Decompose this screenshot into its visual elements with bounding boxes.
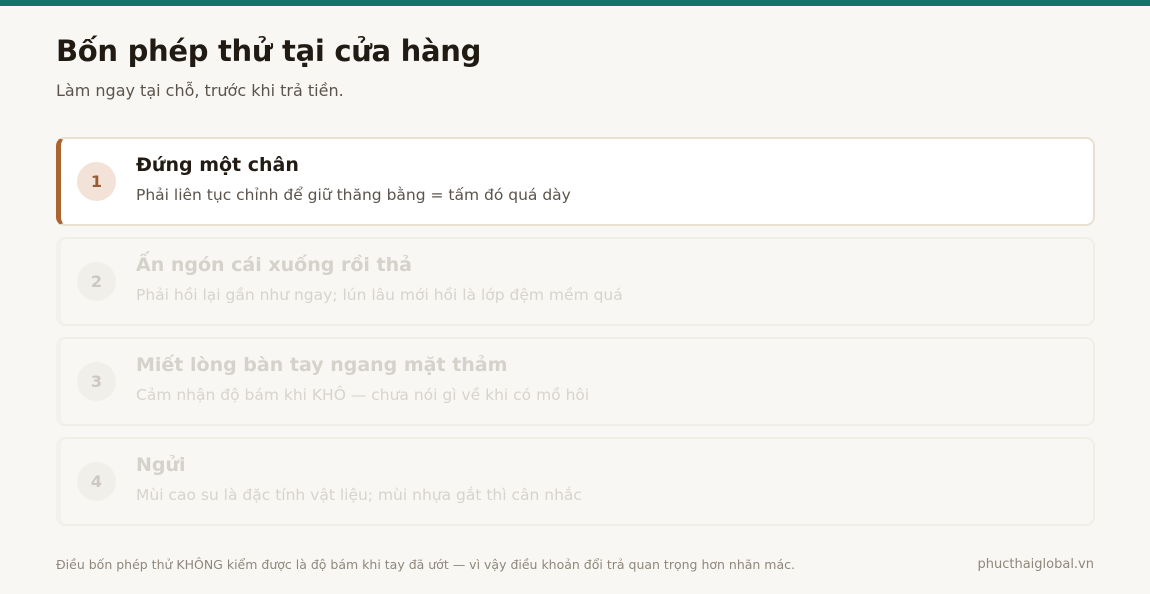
step-card-3[interactable]: 3 Miết lòng bàn tay ngang mặt thảm Cảm n…: [56, 337, 1095, 426]
step-description: Mùi cao su là đặc tính vật liệu; mùi nhự…: [136, 486, 582, 504]
step-title: Miết lòng bàn tay ngang mặt thảm: [136, 354, 508, 376]
step-card-2[interactable]: 2 Ấn ngón cái xuống rồi thả Phải hồi lại…: [56, 237, 1095, 326]
step-list: 1 Đứng một chân Phải liên tục chỉnh để g…: [56, 137, 1095, 537]
step-number-badge: 4: [77, 462, 116, 501]
step-title: Ấn ngón cái xuống rồi thả: [136, 254, 412, 276]
page-subtitle: Làm ngay tại chỗ, trước khi trả tiền.: [56, 81, 344, 100]
step-description: Phải liên tục chỉnh để giữ thăng bằng = …: [136, 186, 571, 204]
footer-site-link[interactable]: phucthaiglobal.vn: [977, 557, 1094, 572]
top-accent-bar: [0, 0, 1150, 6]
step-card-4[interactable]: 4 Ngửi Mùi cao su là đặc tính vật liệu; …: [56, 437, 1095, 526]
step-number-badge: 1: [77, 162, 116, 201]
step-card-1[interactable]: 1 Đứng một chân Phải liên tục chỉnh để g…: [56, 137, 1095, 226]
step-description: Cảm nhận độ bám khi KHÔ — chưa nói gì về…: [136, 386, 590, 404]
step-number-badge: 2: [77, 262, 116, 301]
step-title: Đứng một chân: [136, 154, 299, 176]
footer-note: Điều bốn phép thử KHÔNG kiểm được là độ …: [56, 557, 795, 572]
step-number-badge: 3: [77, 362, 116, 401]
step-title: Ngửi: [136, 454, 186, 476]
step-description: Phải hồi lại gần như ngay; lún lâu mới h…: [136, 286, 623, 304]
page-title: Bốn phép thử tại cửa hàng: [56, 34, 482, 68]
